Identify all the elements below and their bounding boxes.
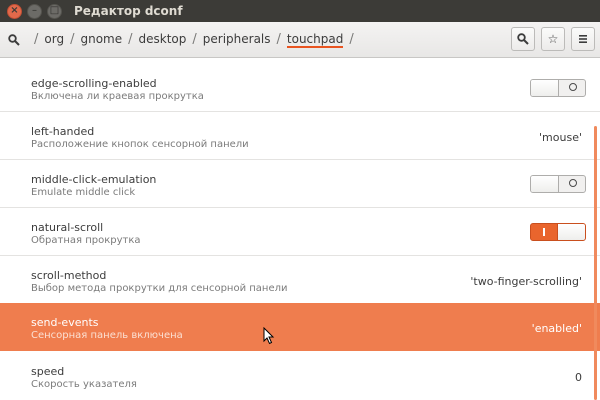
keys-list: edge-scrolling-enabled Включена ли краев… — [0, 58, 600, 400]
key-name: send-events — [31, 316, 99, 329]
key-value: 'mouse' — [539, 131, 582, 144]
key-description: Расположение кнопок сенсорной панели — [31, 139, 249, 150]
list-scrollbar[interactable] — [594, 126, 597, 400]
breadcrumb-item-desktop[interactable]: desktop — [139, 32, 187, 47]
window-title: Редактор dconf — [74, 4, 183, 18]
key-description: Выбор метода прокрутки для сенсорной пан… — [31, 283, 288, 294]
bookmarks-button[interactable]: ☆ — [541, 27, 565, 51]
edge-scrolling-switch[interactable] — [530, 79, 586, 97]
key-name: scroll-method — [31, 269, 107, 282]
key-name: speed — [31, 365, 65, 378]
minimize-window-button[interactable]: – — [27, 3, 42, 19]
breadcrumb: / org / gnome / desktop / peripherals / … — [28, 32, 360, 48]
maximize-icon: □ — [49, 5, 60, 16]
breadcrumb-item-peripherals[interactable]: peripherals — [203, 32, 271, 47]
close-icon: × — [10, 5, 19, 16]
key-row-middle-click-emulation[interactable]: middle-click-emulation Emulate middle cl… — [0, 160, 600, 208]
search-button[interactable] — [511, 27, 535, 51]
key-row-natural-scroll[interactable]: natural-scroll Обратная прокрутка — [0, 208, 600, 256]
middle-click-switch[interactable] — [530, 175, 586, 193]
key-description: Emulate middle click — [31, 187, 136, 198]
search-icon — [517, 33, 529, 45]
natural-scroll-switch[interactable] — [530, 223, 586, 241]
key-value: 0 — [575, 371, 582, 384]
hamburger-menu-icon — [579, 35, 587, 43]
key-name: natural-scroll — [31, 221, 104, 234]
key-description: Скорость указателя — [31, 379, 137, 390]
key-row-speed[interactable]: speed Скорость указателя 0 — [0, 352, 600, 400]
header-bar: / org / gnome / desktop / peripherals / … — [0, 22, 600, 58]
search-icon — [8, 33, 20, 46]
key-description: Включена ли краевая прокрутка — [31, 91, 204, 102]
minimize-icon: – — [32, 5, 37, 16]
breadcrumb-item-touchpad[interactable]: touchpad — [286, 32, 344, 48]
key-row-left-handed[interactable]: left-handed Расположение кнопок сенсорно… — [0, 112, 600, 160]
key-value: 'two-finger-scrolling' — [470, 275, 582, 288]
window-titlebar: × – □ Редактор dconf — [0, 0, 600, 22]
breadcrumb-separator: / — [276, 32, 281, 47]
breadcrumb-separator: / — [34, 32, 39, 47]
key-value: 'enabled' — [531, 322, 582, 335]
breadcrumb-search-button[interactable] — [0, 33, 28, 46]
breadcrumb-separator: / — [192, 32, 197, 47]
mouse-pointer-icon — [263, 327, 275, 345]
breadcrumb-item-gnome[interactable]: gnome — [80, 32, 122, 47]
key-name: middle-click-emulation — [31, 173, 157, 186]
breadcrumb-separator: / — [70, 32, 75, 47]
key-name: edge-scrolling-enabled — [31, 77, 157, 90]
key-description: Сенсорная панель включена — [31, 330, 183, 341]
window-controls: × – □ — [4, 3, 64, 19]
breadcrumb-separator: / — [128, 32, 133, 47]
key-row-scroll-method[interactable]: scroll-method Выбор метода прокрутки для… — [0, 256, 600, 304]
key-name: left-handed — [31, 125, 95, 138]
key-row-send-events[interactable]: send-events Сенсорная панель включена 'e… — [0, 303, 600, 351]
key-row-edge-scrolling-enabled[interactable]: edge-scrolling-enabled Включена ли краев… — [0, 64, 600, 112]
breadcrumb-item-org[interactable]: org — [44, 32, 64, 47]
breadcrumb-separator: / — [349, 32, 354, 47]
menu-button[interactable] — [571, 27, 595, 51]
maximize-window-button[interactable]: □ — [47, 3, 62, 19]
key-description: Обратная прокрутка — [31, 235, 141, 246]
star-icon: ☆ — [547, 32, 559, 46]
close-window-button[interactable]: × — [7, 3, 22, 19]
